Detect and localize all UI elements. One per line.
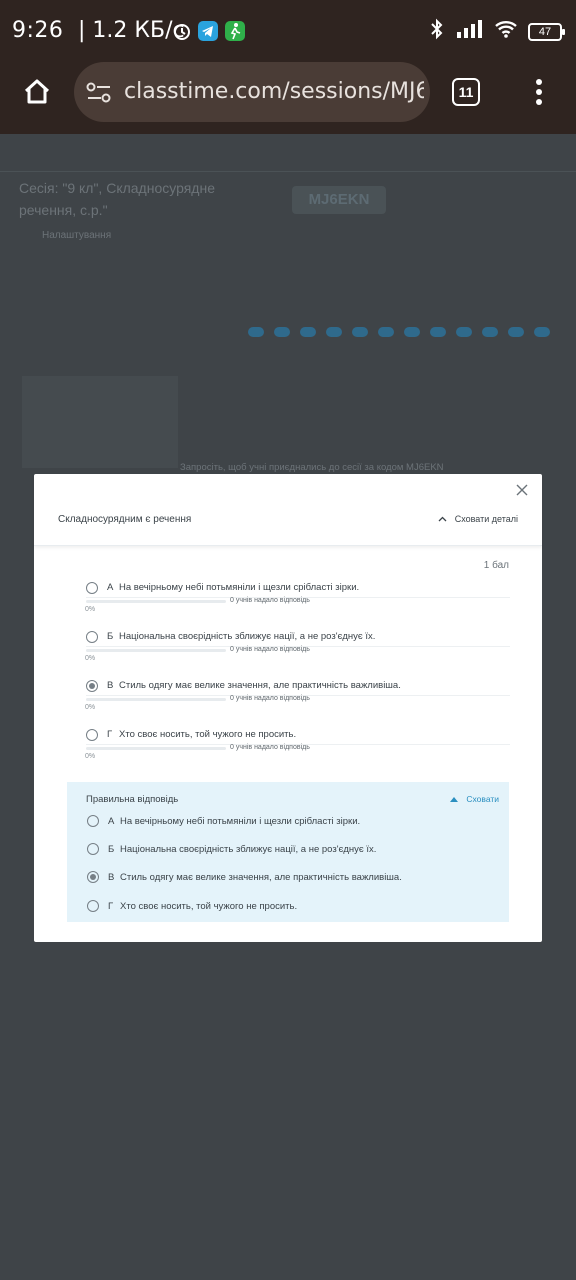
close-icon[interactable] [516,484,530,498]
battery-icon: 47 [528,22,565,41]
question-title: Складносурядним є речення [58,514,192,525]
response-bar [86,649,226,652]
fitness-app-icon [225,21,245,41]
question-dot [430,327,446,337]
option-text: Хто своє носить, той чужого не просить. [120,900,298,912]
correct-answer-option: Г Хто своє носить, той чужого не просить… [87,900,297,912]
browser-toolbar: classtime.com/sessions/MJ6EKN 11 [0,62,576,134]
response-bar [86,698,226,701]
invite-message: Запросіть, щоб учні приєднались до сесії… [180,462,444,473]
question-dot [248,327,264,337]
option-text: Стиль одягу має велике значення, але пра… [120,871,402,883]
chevron-up-icon [438,516,447,522]
response-percent: 0% [85,704,96,711]
option-text: Національна своєрідність зближує нації, … [119,631,376,642]
answer-option: Г Хто своє носить, той чужого не просить… [85,727,510,765]
option-letter: А [107,582,114,593]
response-bar [86,600,226,603]
option-letter: Б [107,631,114,642]
option-letter: А [108,815,115,827]
tab-switcher-button[interactable]: 11 [452,78,480,106]
answer-option: В Стиль одягу має велике значення, але п… [85,678,510,716]
site-settings-icon[interactable] [86,82,112,109]
option-text: Стиль одягу має велике значення, але пра… [119,680,401,691]
response-percent: 0% [85,753,96,760]
option-letter: В [107,680,114,691]
correct-answer-option: Б Національна своєрідність зближує нації… [87,843,376,855]
response-percent: 0% [85,606,96,613]
option-text: На вечірньому небі потьмяніли і щезли ср… [120,815,361,827]
option-letter: В [108,871,115,883]
option-text: Хто своє носить, той чужого не просить. [119,729,297,740]
option-text: На вечірньому небі потьмяніли і щезли ср… [119,582,360,593]
caret-up-icon [450,796,459,802]
question-dot [326,327,342,337]
question-dot [508,327,524,337]
settings-link: Налаштування [42,230,112,241]
modal-header: Складносурядним є речення Сховати деталі [34,474,542,546]
url-text: classtime.com/sessions/MJ6EKN [124,79,424,104]
status-network-speed: | 1.2 КБ/с [78,18,185,43]
signal-icon [456,19,484,44]
radio-selected-icon [86,679,98,692]
question-details-modal: Складносурядним є речення Сховати деталі… [34,474,542,942]
points-label: 1 бал [483,560,509,571]
wifi-icon [494,19,518,44]
address-bar[interactable]: classtime.com/sessions/MJ6EKN [74,62,430,122]
option-letter: Г [107,729,113,740]
radio-icon [86,581,98,594]
more-options-icon[interactable] [530,78,548,113]
question-dot [534,327,550,337]
response-count: 0 учнів надало відповідь [230,597,310,604]
telegram-icon [198,21,218,41]
option-letter: Б [108,843,115,855]
home-icon[interactable] [22,77,52,112]
bluetooth-icon [428,18,446,45]
question-dot [378,327,394,337]
question-dot [274,327,290,337]
radio-icon [87,815,99,827]
hide-answer-button[interactable]: Сховати [450,794,499,804]
session-title-line1: Сесія: "9 кл", Складносурядне [19,180,215,196]
radio-icon [87,843,99,855]
radio-icon [87,900,99,912]
option-text: Національна своєрідність зближує нації, … [120,843,377,855]
status-bar: 9:26 | 1.2 КБ/с 47 [0,0,576,62]
toolbar-strip [0,134,576,172]
question-dot [482,327,498,337]
question-dot [352,327,368,337]
radio-selected-icon [87,871,99,883]
correct-answer-option: А На вечірньому небі потьмяніли і щезли … [87,815,360,827]
response-count: 0 учнів надало відповідь [230,646,310,653]
hide-details-label: Сховати деталі [454,514,518,524]
alarm-icon [172,21,192,41]
response-count: 0 учнів надало відповідь [230,744,310,751]
radio-icon [86,630,98,643]
answer-option: А На вечірньому небі потьмяніли і щезли … [85,580,510,618]
hide-answer-label: Сховати [466,794,499,804]
radio-icon [86,728,98,741]
answer-option: Б Національна своєрідність зближує нації… [85,629,510,667]
response-count: 0 учнів надало відповідь [230,695,310,702]
hide-details-button[interactable]: Сховати деталі [438,514,518,524]
correct-answer-title: Правильна відповідь [86,794,179,805]
question-dot [300,327,316,337]
response-bar [86,747,226,750]
option-letter: Г [108,900,114,912]
correct-answer-panel: Правильна відповідь Сховати А На вечірнь… [67,782,509,922]
status-time: 9:26 [12,18,64,43]
session-code: MJ6EKN [292,186,386,214]
session-title-line2: речення, с.р." [19,202,108,218]
question-dot [456,327,472,337]
response-percent: 0% [85,655,96,662]
question-dot [404,327,420,337]
side-panel [22,376,178,468]
correct-answer-option: В Стиль одягу має велике значення, але п… [87,871,402,883]
